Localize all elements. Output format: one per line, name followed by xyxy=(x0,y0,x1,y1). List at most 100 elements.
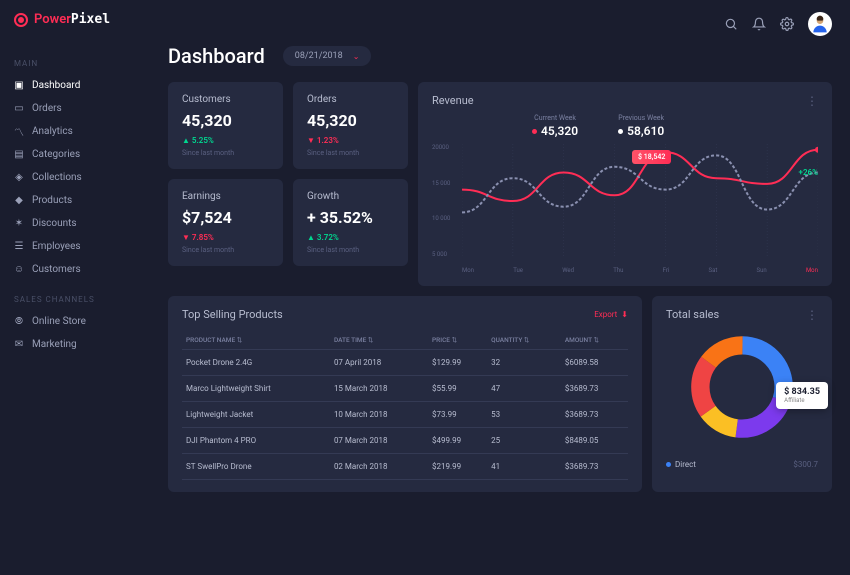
nav-item-label: Categories xyxy=(32,149,80,160)
topbar xyxy=(168,12,832,36)
stat-delta: ▼ 1.23% xyxy=(307,136,394,145)
sidebar-item-dashboard[interactable]: ▣ Dashboard xyxy=(14,74,136,97)
export-button[interactable]: Export ⬇ xyxy=(594,310,628,319)
legend-item: Direct xyxy=(666,460,696,469)
dot-icon xyxy=(618,129,623,134)
table-cell: $73.99 xyxy=(428,402,487,428)
search-icon[interactable] xyxy=(724,17,738,31)
logo[interactable]: PowerPixel xyxy=(0,12,150,45)
table-row[interactable]: Lightweight Jacket10 March 2018$73.9953$… xyxy=(182,402,628,428)
employees-icon: ☰ xyxy=(14,242,24,252)
stat-delta: ▲ 3.72% xyxy=(307,233,394,242)
x-tick: Thu xyxy=(613,267,623,274)
table-cell: 53 xyxy=(487,402,561,428)
customers-icon: ☺ xyxy=(14,265,24,275)
legend-label: Previous Week xyxy=(618,114,664,122)
stat-caption: Since last month xyxy=(307,246,394,254)
download-icon: ⬇ xyxy=(621,310,628,319)
table-cell: Lightweight Jacket xyxy=(182,402,330,428)
stat-caption: Since last month xyxy=(182,149,269,157)
header-row: Dashboard 08/21/2018 ⌄ xyxy=(168,44,832,68)
column-header[interactable]: DATE TIME ⇅ xyxy=(330,331,428,350)
more-icon[interactable]: ⋮ xyxy=(806,308,818,322)
table-cell: $129.99 xyxy=(428,350,487,376)
stat-delta: ▲ 5.25% xyxy=(182,136,269,145)
stat-customers: Customers 45,320 ▲ 5.25% Since last mont… xyxy=(168,82,283,169)
table-cell: $8489.05 xyxy=(561,428,628,454)
table-cell: $3689.73 xyxy=(561,454,628,480)
column-header[interactable]: PRICE ⇅ xyxy=(428,331,487,350)
column-header[interactable]: PRODUCT NAME ⇅ xyxy=(182,331,330,350)
column-header[interactable]: QUANTITY ⇅ xyxy=(487,331,561,350)
table-cell: 47 xyxy=(487,376,561,402)
dot-icon xyxy=(532,129,537,134)
avatar[interactable] xyxy=(808,12,832,36)
x-tick: Wed xyxy=(562,267,574,274)
gear-icon[interactable] xyxy=(780,17,794,31)
sidebar-item-analytics[interactable]: 〽Analytics xyxy=(14,120,136,143)
table-row[interactable]: Marco Lightweight Shirt15 March 2018$55.… xyxy=(182,376,628,402)
table-row[interactable]: ST SwellPro Drone02 March 2018$219.9941$… xyxy=(182,454,628,480)
categories-icon: ▤ xyxy=(14,150,24,160)
date-picker[interactable]: 08/21/2018 ⌄ xyxy=(283,46,372,66)
table-cell: $6089.58 xyxy=(561,350,628,376)
nav-item-label: Customers xyxy=(32,264,81,275)
nav-item-label: Discounts xyxy=(32,218,77,229)
x-tick: Sun xyxy=(757,267,767,274)
revenue-card: Revenue ⋮ Current Week 45,320 Previous W… xyxy=(418,82,832,286)
x-tick: Mon xyxy=(462,267,474,274)
products-icon: ◆ xyxy=(14,196,24,206)
dot-icon xyxy=(666,462,671,467)
stat-label: Growth xyxy=(307,191,394,202)
stat-value: $7,524 xyxy=(182,208,269,227)
sidebar-item-online-store[interactable]: ⦾Online Store xyxy=(14,310,136,333)
chart-tooltip: $ 18,542 xyxy=(632,150,671,164)
sidebar-item-products[interactable]: ◆Products xyxy=(14,189,136,212)
stat-value: + 35.52% xyxy=(307,208,394,227)
sidebar-item-marketing[interactable]: ✉Marketing xyxy=(14,333,136,356)
column-header[interactable]: AMOUNT ⇅ xyxy=(561,331,628,350)
y-tick: 5 000 xyxy=(432,251,462,258)
more-icon[interactable]: ⋮ xyxy=(806,94,818,108)
table-row[interactable]: Pocket Drone 2.4G07 April 2018$129.9932$… xyxy=(182,350,628,376)
revenue-chart: 2000015 00010 0005 000 $ 18,542 +26% Mon… xyxy=(432,144,818,274)
table-cell: 02 March 2018 xyxy=(330,454,428,480)
discounts-icon: ✶ xyxy=(14,219,24,229)
stat-delta: ▼ 7.85% xyxy=(182,233,269,242)
table-cell: 07 March 2018 xyxy=(330,428,428,454)
logo-text-2: Pixel xyxy=(71,12,110,27)
bell-icon[interactable] xyxy=(752,17,766,31)
table-cell: Marco Lightweight Shirt xyxy=(182,376,330,402)
table-cell: $219.99 xyxy=(428,454,487,480)
nav-item-label: Dashboard xyxy=(32,80,80,91)
pct-badge: +26% xyxy=(799,168,818,177)
table-cell: 10 March 2018 xyxy=(330,402,428,428)
dashboard-icon: ▣ xyxy=(14,81,24,91)
logo-icon xyxy=(14,13,28,27)
nav-item-label: Employees xyxy=(32,241,81,252)
sidebar-item-customers[interactable]: ☺ Customers xyxy=(14,258,136,281)
stat-caption: Since last month xyxy=(182,246,269,254)
page-title: Dashboard xyxy=(168,44,265,68)
legend-value: $300.7 xyxy=(793,460,818,469)
chevron-down-icon: ⌄ xyxy=(353,52,360,61)
donut-chart: $ 834.35 Affiliate xyxy=(666,322,818,452)
sidebar-item-collections[interactable]: ◈Collections xyxy=(14,166,136,189)
sidebar-item-employees[interactable]: ☰ Employees xyxy=(14,235,136,258)
sidebar-item-discounts[interactable]: ✶ Discounts xyxy=(14,212,136,235)
sidebar: PowerPixel MAIN▣Dashboard▭Orders〽Analyti… xyxy=(0,0,150,575)
table-cell: ST SwellPro Drone xyxy=(182,454,330,480)
table-cell: 07 April 2018 xyxy=(330,350,428,376)
x-tick: Mon xyxy=(806,267,818,274)
sidebar-item-categories[interactable]: ▤ Categories xyxy=(14,143,136,166)
sales-card: Total sales ⋮ $ 834.35 Affiliate Direct … xyxy=(652,296,832,492)
table-row[interactable]: DJI Phantom 4 PRO07 March 2018$499.9925$… xyxy=(182,428,628,454)
sidebar-item-orders[interactable]: ▭Orders xyxy=(14,97,136,120)
table-cell: DJI Phantom 4 PRO xyxy=(182,428,330,454)
stat-label: Orders xyxy=(307,94,394,105)
table-cell: 25 xyxy=(487,428,561,454)
marketing-icon: ✉ xyxy=(14,340,24,350)
legend-label: Current Week xyxy=(532,114,578,122)
table-cell: $55.99 xyxy=(428,376,487,402)
y-tick: 15 000 xyxy=(432,180,462,187)
